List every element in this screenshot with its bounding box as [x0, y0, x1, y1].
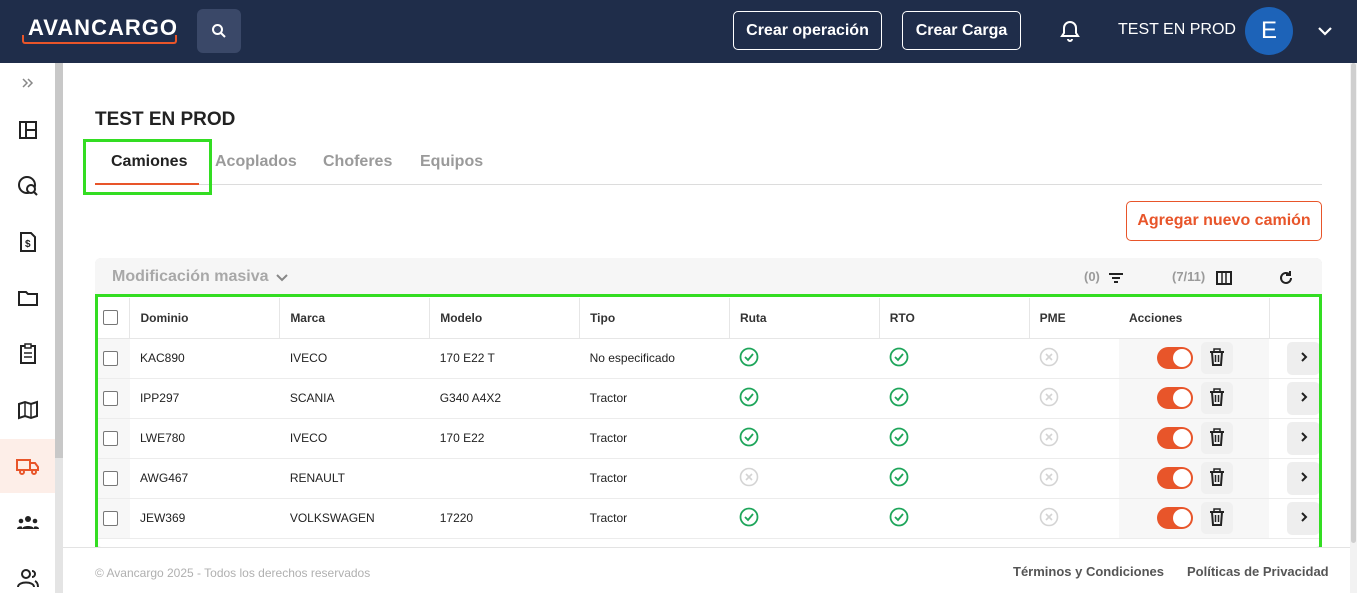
page-title: TEST EN PROD [95, 109, 236, 130]
tab-acoplados[interactable]: Acoplados [215, 153, 297, 171]
highlight-box-table [95, 294, 1322, 574]
privacy-link[interactable]: Políticas de Privacidad [1187, 564, 1329, 579]
columns-icon[interactable] [1215, 269, 1233, 287]
folder-icon [17, 291, 38, 306]
terms-link[interactable]: Términos y Condiciones [1013, 564, 1164, 579]
footer-copyright: © Avancargo 2025 - Todos los derechos re… [95, 566, 371, 580]
logo-underline [22, 35, 177, 44]
globe-search-icon [17, 176, 38, 196]
users-icon [16, 569, 39, 588]
refresh-icon[interactable] [1277, 269, 1295, 287]
clipboard-icon [19, 343, 36, 364]
tab-choferes[interactable]: Choferes [323, 153, 392, 171]
sidebar-item-dashboard[interactable] [0, 103, 55, 157]
tab-equipos[interactable]: Equipos [420, 153, 483, 171]
bulk-edit-dropdown[interactable]: Modificación masiva [112, 268, 269, 286]
filter-count: (0) [1084, 269, 1100, 284]
sidebar-item-invoices[interactable]: $ [0, 215, 55, 269]
sidebar-scrollbar-thumb[interactable] [55, 63, 63, 458]
highlight-box-tab [83, 139, 212, 195]
columns-count: (7/11) [1172, 269, 1206, 284]
top-navbar: AVANCARGO Crear operación Crear Carga TE… [0, 0, 1357, 63]
avatar[interactable]: E [1245, 7, 1293, 55]
sidebar-item-team[interactable] [0, 495, 55, 549]
chevron-down-icon[interactable] [1316, 22, 1334, 40]
sidebar-item-tracking[interactable] [0, 159, 55, 213]
double-chevron-right-icon [21, 78, 33, 88]
sidebar-item-documents[interactable] [0, 271, 55, 325]
create-operation-button[interactable]: Crear operación [733, 11, 882, 50]
avancargo-logo[interactable]: AVANCARGO [22, 13, 177, 45]
create-load-button[interactable]: Crear Carga [902, 11, 1021, 50]
search-icon [212, 24, 226, 38]
sidebar-item-map[interactable] [0, 383, 55, 437]
sidebar-expand[interactable] [0, 63, 55, 103]
add-truck-button[interactable]: Agregar nuevo camión [1126, 201, 1322, 241]
truck-icon [15, 459, 39, 475]
user-name[interactable]: TEST EN PROD [1118, 21, 1236, 39]
dashboard-icon [18, 121, 37, 139]
chevron-down-icon[interactable] [274, 270, 290, 286]
main-scrollbar-thumb[interactable] [1351, 63, 1356, 543]
map-icon [17, 400, 38, 420]
sidebar-item-users[interactable] [0, 551, 55, 605]
sidebar-item-trucks[interactable] [0, 439, 55, 493]
search-button[interactable] [197, 9, 241, 53]
sidebar: $ [0, 63, 55, 593]
bell-icon[interactable] [1058, 19, 1082, 43]
filter-icon[interactable] [1107, 269, 1125, 287]
sidebar-item-orders[interactable] [0, 327, 55, 381]
invoice-icon: $ [19, 232, 36, 252]
team-icon [16, 516, 39, 529]
tab-bar: Camiones Acoplados Choferes Equipos [95, 140, 1322, 185]
svg-text:$: $ [25, 239, 31, 250]
